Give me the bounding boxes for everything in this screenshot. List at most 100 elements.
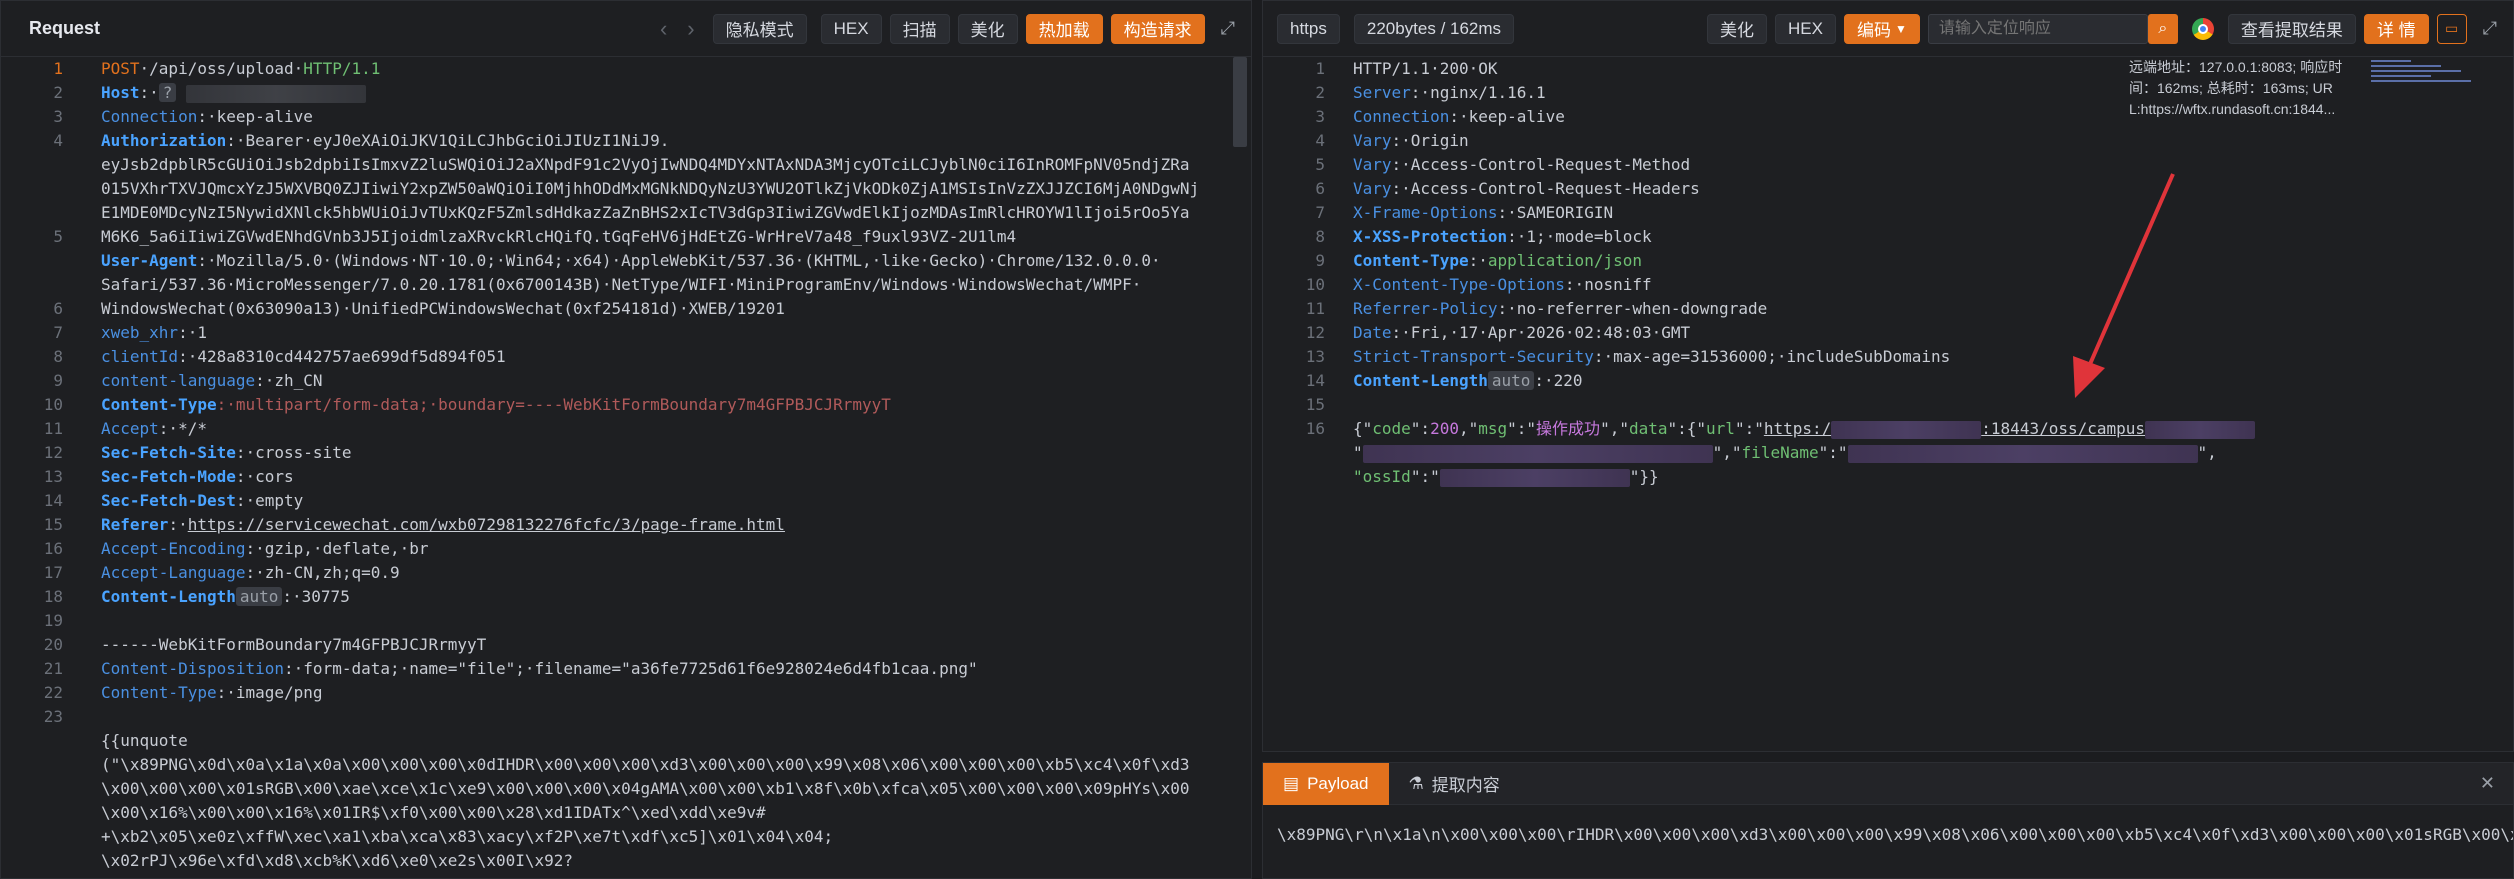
request-scrollbar[interactable] (1233, 57, 1247, 147)
maximize-icon[interactable]: ⤢ (1221, 18, 1235, 39)
hotload-button[interactable]: 热加载 (1025, 13, 1103, 44)
encode-dropdown[interactable]: 编码 ▼ (1843, 13, 1920, 44)
line-number: 1 (53, 59, 63, 78)
header-value: :·image/png (216, 683, 323, 702)
header-value: :·428a8310cd442757ae699df5d894f051 (178, 347, 506, 366)
empty-line (1353, 393, 2491, 417)
chrome-icon[interactable] (2191, 17, 2214, 40)
json-key: data (1628, 419, 1668, 438)
close-icon[interactable]: ✕ (2480, 773, 2495, 794)
header-value-cont: eyJsb2dpblR5cGUiOiJsb2dpbiIsImxvZ2luSWQi… (101, 155, 1190, 174)
header-key: Content-Type (1353, 251, 1469, 270)
encode-label: 编码 (1856, 21, 1891, 40)
hex-button[interactable]: HEX (1775, 13, 1836, 44)
header-value: :·keep-alive (197, 107, 313, 126)
privacy-mode-button[interactable]: 隐私模式 (712, 13, 807, 44)
header-value: :·Access-Control-Request-Headers (1391, 179, 1700, 198)
referer-link[interactable]: https://servicewechat.com/wxb07298132276… (188, 515, 785, 534)
header-key: Connection (101, 107, 198, 126)
json-value: 200 (1430, 419, 1459, 438)
line-number (1, 753, 91, 777)
payload-content[interactable]: \x89PNG\r\n\x1a\n\x00\x00\x00\rIHDR\x00\… (1263, 805, 2513, 864)
flask-icon: ⚗ (1408, 773, 1424, 793)
detail-button[interactable]: 详 情 (2363, 13, 2429, 44)
response-code[interactable]: HTTP/1.1·200·OK Server:·nginx/1.16.1 Con… (1353, 57, 2491, 489)
maximize-icon[interactable]: ⤢ (2483, 18, 2497, 39)
request-path: ·/api/oss/upload· (139, 59, 304, 78)
tab-payload[interactable]: ▤ Payload (1263, 762, 1389, 805)
auto-tag[interactable]: auto (1487, 371, 1535, 390)
json-punct: ":{" (1667, 419, 1707, 438)
chevron-right-icon[interactable]: › (687, 16, 694, 42)
header-value: :·keep-alive (1449, 107, 1565, 126)
header-key: X-Frame-Options (1353, 203, 1498, 222)
response-editor[interactable]: 1 2 3 4 5 6 7 8 9 10 11 12 13 14 15 16 HTTP/1.1·200·OK … (1263, 57, 2513, 751)
header-value-cont: WindowsWechat(0x63090a13)·UnifiedPCWindo… (101, 299, 785, 318)
header-value: :·220 (1534, 371, 1583, 390)
beautify-button[interactable]: 美化 (1707, 13, 1767, 44)
request-code[interactable]: POST·/api/oss/upload·HTTP/1.1 Host:·? Co… (101, 57, 1229, 873)
json-url[interactable]: https:/ (1764, 419, 1831, 438)
header-value: :·form-data;·name="file";·filename="a36f… (284, 659, 978, 678)
line-number: 17 (43, 563, 63, 582)
line-number: 13 (43, 467, 63, 486)
build-request-button[interactable]: 构造请求 (1110, 13, 1205, 44)
line-number: 5 (1315, 155, 1325, 174)
header-key: Server (1353, 83, 1411, 102)
json-punct: ": (1410, 419, 1431, 438)
host-help-icon[interactable]: ? (158, 83, 177, 102)
line-number: 16 (43, 539, 63, 558)
body-line: \x00\x16%\x00\x00\x16%\x01IR$\xf0\x00\x0… (101, 803, 766, 822)
line-number: 2 (53, 83, 63, 102)
request-editor[interactable]: 1 2 3 4 5 6 7 8 9 10 11 12 13 14 15 16 17 18 19 20 21 22 23 PO… (1, 57, 1251, 878)
header-value: :·nginx/1.16.1 (1410, 83, 1546, 102)
header-key: xweb_xhr (101, 323, 179, 342)
auto-tag[interactable]: auto (235, 587, 283, 606)
header-sep: :· (168, 515, 188, 534)
line-number: 5 (53, 227, 63, 246)
http-version: HTTP/1.1 (303, 59, 381, 78)
response-toolbar: https 220bytes / 162ms 美化 HEX 编码▼ ⌕ 查看提取… (1263, 1, 2513, 57)
header-key: Content-Length (1353, 371, 1488, 390)
json-punct: ":" (1734, 419, 1764, 438)
line-number: 2 (1315, 83, 1325, 102)
tab-extract[interactable]: ⚗ 提取内容 (1389, 763, 1520, 805)
header-key: X-XSS-Protection (1353, 227, 1508, 246)
payload-doc-icon: ▤ (1283, 773, 1300, 793)
line-number: 9 (1315, 251, 1325, 270)
hex-button[interactable]: HEX (820, 13, 882, 44)
minimap[interactable] (2371, 57, 2481, 107)
redacted-host (186, 84, 367, 103)
line-number: 8 (1315, 227, 1325, 246)
line-number (1, 825, 91, 849)
header-value: :·multipart/form-data;·boundary=----WebK… (216, 395, 891, 414)
line-number: 4 (1315, 131, 1325, 150)
remote-info-line: L:https://wftx.rundasoft.cn:1844... (2129, 101, 2336, 117)
json-punct: ", (2197, 443, 2217, 462)
search-input[interactable] (1927, 13, 2148, 44)
view-extract-button[interactable]: 查看提取结果 (2227, 13, 2356, 44)
beautify-button[interactable]: 美化 (957, 13, 1018, 44)
header-value: :·1 (178, 323, 207, 342)
request-panel: Request ‹ › 隐私模式 HEX 扫描 美化 热加载 构造请求 ⤢ 12… (0, 0, 1252, 879)
search-icon[interactable]: ⌕ (2147, 13, 2178, 44)
empty-line (101, 609, 1229, 633)
line-number (1, 177, 91, 201)
header-key: Referer (101, 515, 169, 534)
json-url[interactable]: :18443/oss/campus (1981, 419, 2145, 438)
chevron-left-icon[interactable]: ‹ (660, 16, 667, 42)
header-key: Authorization (101, 131, 227, 150)
scan-button[interactable]: 扫描 (889, 13, 950, 44)
header-key: Connection (1353, 107, 1450, 126)
redacted-filename (1847, 444, 2198, 463)
line-number: 13 (1305, 347, 1325, 366)
header-value: :·zh_CN (255, 371, 323, 390)
response-panel: https 220bytes / 162ms 美化 HEX 编码▼ ⌕ 查看提取… (1262, 0, 2514, 879)
comment-icon[interactable]: ▭ (2436, 13, 2467, 44)
header-value: :·Origin (1391, 131, 1469, 150)
header-value-cont: M6K6_5a6iIiwiZGVwdENhdGVnb3J5IjoidmlzaXR… (101, 227, 1017, 246)
annotation-arrow-icon (2073, 173, 2175, 398)
header-key: Strict-Transport-Security (1353, 347, 1594, 366)
header-key: Content-Type (101, 395, 217, 414)
json-key: ossId (1362, 467, 1411, 486)
